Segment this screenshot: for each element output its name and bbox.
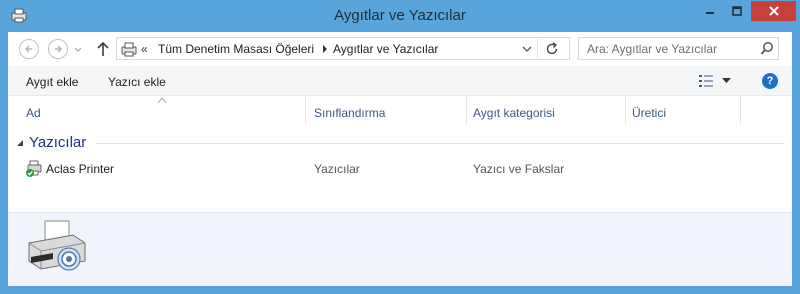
breadcrumb-overflow[interactable]: «	[141, 42, 148, 56]
details-pane	[8, 212, 792, 286]
printer-large-icon	[28, 220, 86, 271]
default-printer-icon	[26, 160, 42, 177]
search-box[interactable]: Ara: Aygıtlar ve Yazıcılar	[578, 37, 779, 60]
view-details-icon[interactable]	[698, 74, 714, 88]
search-icon[interactable]	[760, 41, 774, 56]
breadcrumb-separator-icon[interactable]	[322, 45, 328, 53]
recent-locations-dropdown-icon[interactable]	[73, 42, 83, 56]
column-divider[interactable]	[625, 96, 626, 124]
sort-ascending-icon	[158, 98, 166, 103]
column-header-classification[interactable]: Sınıflandırma	[314, 106, 385, 120]
breadcrumb-devices-and-printers[interactable]: Aygıtlar ve Yazıcılar	[333, 42, 438, 56]
back-button[interactable]	[19, 39, 39, 59]
address-divider	[537, 39, 538, 58]
device-classification: Yazıcılar	[314, 162, 360, 176]
group-header-printers[interactable]: Yazıcılar	[8, 132, 792, 154]
maximize-icon	[732, 6, 742, 16]
breadcrumb-all-control-panel-items[interactable]: Tüm Denetim Masası Öğeleri	[158, 42, 314, 56]
close-button[interactable]	[751, 1, 796, 21]
device-category: Yazıcı ve Fakslar	[473, 162, 565, 176]
arrow-left-icon	[24, 45, 32, 53]
help-button[interactable]: ?	[762, 73, 778, 89]
column-divider[interactable]	[305, 96, 306, 124]
column-header-manufacturer[interactable]: Üretici	[632, 106, 666, 120]
navigation-bar: « Tüm Denetim Masası Öğeleri Aygıtlar ve…	[8, 32, 792, 66]
window-title: Aygıtlar ve Yazıcılar	[334, 7, 466, 24]
column-divider[interactable]	[740, 96, 741, 124]
device-name: Aclas Printer	[46, 162, 115, 176]
add-device-button[interactable]: Aygıt ekle	[26, 75, 78, 89]
column-header-name[interactable]: Ad	[26, 106, 41, 120]
forward-button[interactable]	[48, 39, 68, 59]
up-arrow-icon[interactable]	[96, 40, 110, 58]
group-divider	[96, 143, 785, 144]
explorer-content: « Tüm Denetim Masası Öğeleri Aygıtlar ve…	[8, 32, 792, 286]
view-options-dropdown-icon[interactable]	[722, 78, 731, 84]
list-item[interactable]: Aclas Printer Yazıcılar Yazıcı ve Faksla…	[8, 159, 792, 179]
collapse-triangle-icon[interactable]	[17, 140, 23, 146]
control-panel-icon	[121, 42, 137, 57]
column-header-row: Ad Sınıflandırma Aygıt kategorisi Üretic…	[8, 96, 792, 126]
column-divider[interactable]	[466, 96, 467, 124]
address-history-dropdown-icon[interactable]	[521, 45, 533, 53]
search-input[interactable]: Ara: Aygıtlar ve Yazıcılar	[587, 42, 717, 56]
minimize-icon	[706, 12, 714, 14]
command-bar: Aygıt ekle Yazıcı ekle ?	[8, 66, 792, 96]
refresh-icon[interactable]	[544, 41, 560, 57]
add-printer-button[interactable]: Yazıcı ekle	[108, 75, 166, 89]
group-title: Yazıcılar	[29, 134, 87, 151]
window: Aygıtlar ve Yazıcılar « Tüm Denetim Masa…	[0, 0, 800, 294]
column-header-device-category[interactable]: Aygıt kategorisi	[473, 106, 555, 120]
address-bar[interactable]: « Tüm Denetim Masası Öğeleri Aygıtlar ve…	[116, 37, 570, 60]
arrow-right-icon	[55, 45, 63, 53]
maximize-button[interactable]	[724, 1, 750, 21]
close-icon	[768, 6, 779, 16]
minimize-button[interactable]	[697, 1, 723, 21]
title-bar[interactable]: Aygıtlar ve Yazıcılar	[0, 0, 800, 32]
